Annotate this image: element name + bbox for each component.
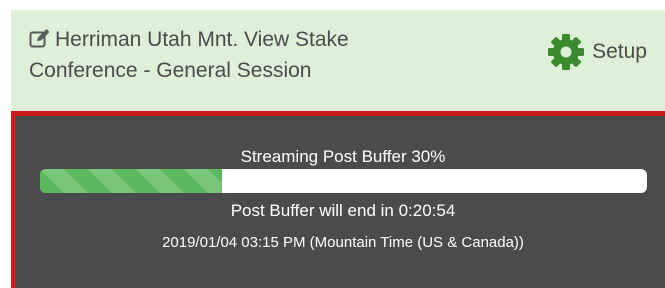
stream-status-panel: Streaming Post Buffer 30% Post Buffer wi… — [11, 111, 665, 288]
setup-label[interactable]: Setup — [592, 40, 647, 64]
buffer-progress-bar — [40, 169, 647, 193]
gear-icon[interactable] — [546, 32, 586, 72]
edit-icon[interactable] — [29, 28, 51, 48]
streaming-status-label: Streaming Post Buffer 30% — [240, 147, 446, 166]
event-title-text[interactable]: Herriman Utah Mnt. View Stake Conference… — [29, 28, 349, 82]
stream-widget: Herriman Utah Mnt. View Stake Conference… — [0, 0, 665, 288]
buffer-progress-fill — [40, 169, 223, 193]
stream-timestamp: 2019/01/04 03:15 PM (Mountain Time (US &… — [162, 234, 524, 251]
buffer-end-text: Post Buffer will end in 0:20:54 — [230, 201, 456, 220]
event-title[interactable]: Herriman Utah Mnt. View Stake Conference… — [29, 24, 449, 86]
setup-button[interactable]: Setup — [546, 34, 647, 70]
